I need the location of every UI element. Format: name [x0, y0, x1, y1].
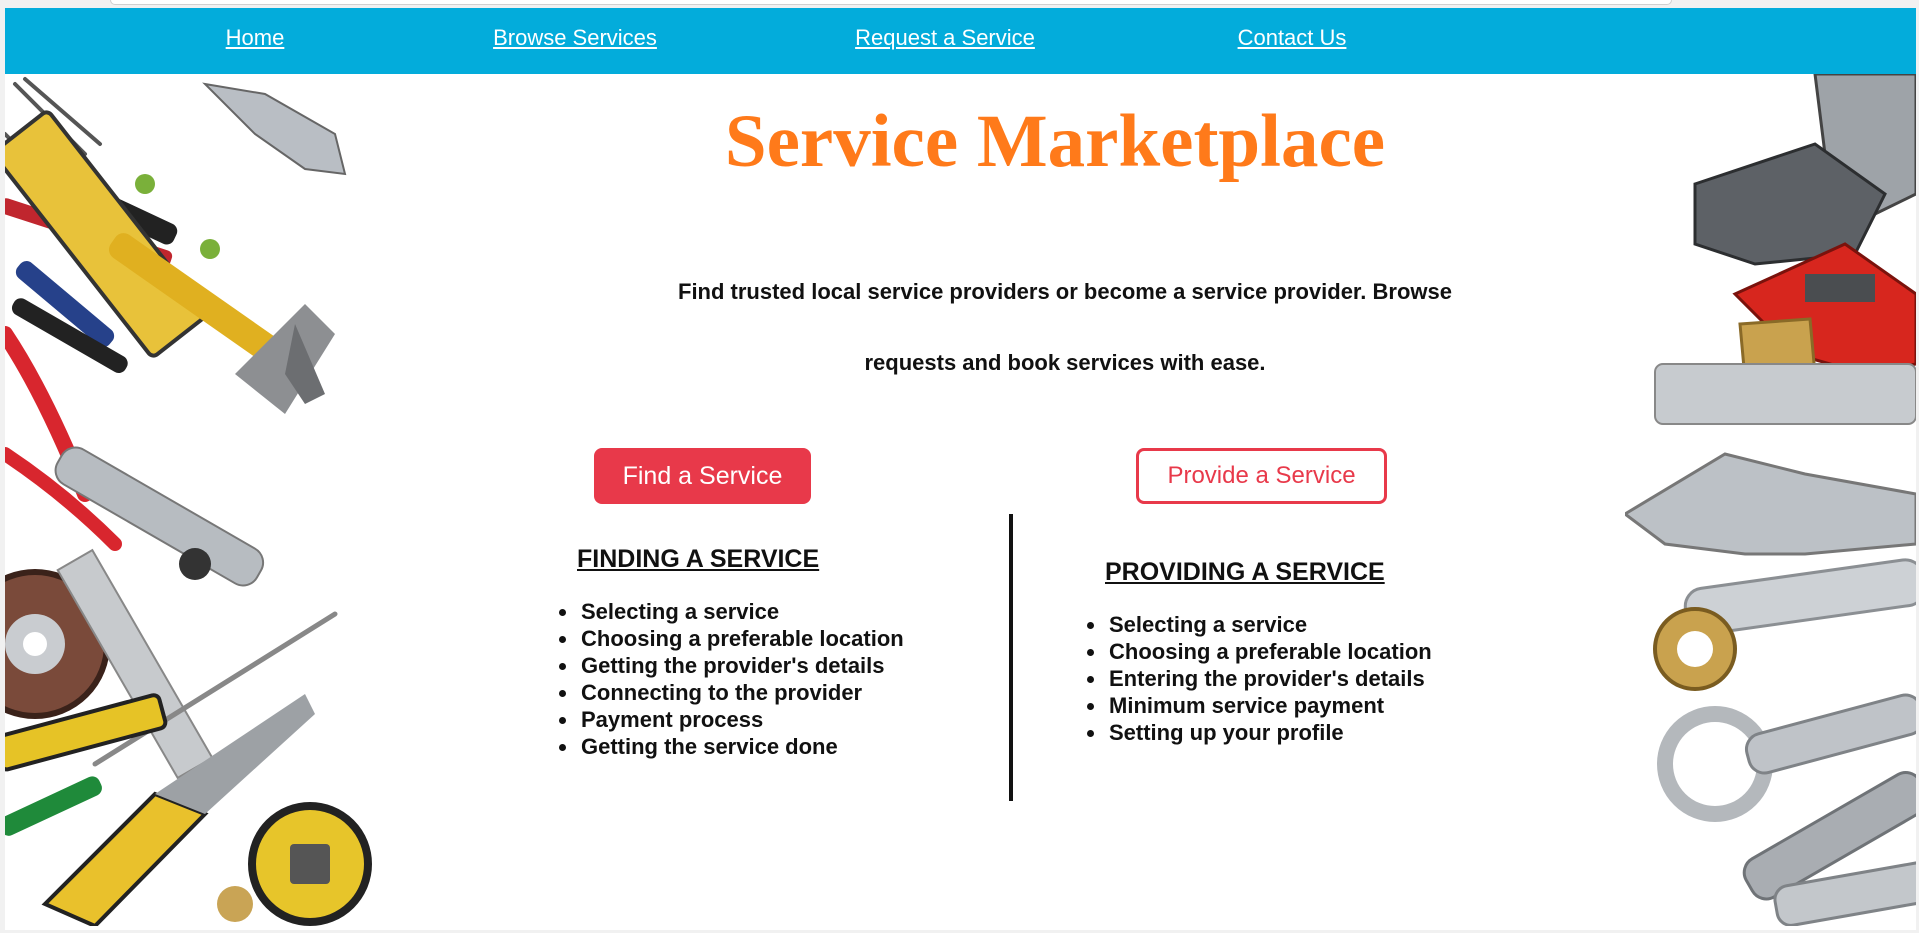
- list-item: Entering the provider's details: [1107, 665, 1432, 692]
- providing-service-list: Selecting a service Choosing a preferabl…: [1085, 611, 1432, 746]
- finding-service-list: Selecting a service Choosing a preferabl…: [557, 598, 904, 760]
- nav-home-link[interactable]: Home: [226, 25, 285, 51]
- nav-contact-us-link[interactable]: Contact Us: [1238, 25, 1347, 51]
- list-item: Getting the provider's details: [579, 652, 904, 679]
- list-item: Selecting a service: [579, 598, 904, 625]
- list-item: Getting the service done: [579, 733, 904, 760]
- tools-collage-left-image: [5, 77, 372, 926]
- list-item: Connecting to the provider: [579, 679, 904, 706]
- list-item: Setting up your profile: [1107, 719, 1432, 746]
- providing-service-heading: PROVIDING A SERVICE: [1105, 558, 1385, 586]
- page: Home Browse Services Request a Service C…: [5, 8, 1916, 930]
- list-item: Choosing a preferable location: [579, 625, 904, 652]
- section-divider: [1009, 514, 1013, 801]
- list-item: Minimum service payment: [1107, 692, 1432, 719]
- hero-tagline: Find trusted local service providers or …: [678, 279, 1452, 375]
- top-navbar: Home Browse Services Request a Service C…: [5, 8, 1916, 74]
- list-item: Choosing a preferable location: [1107, 638, 1432, 665]
- finding-service-heading: FINDING A SERVICE: [577, 545, 820, 573]
- hero-title: Service Marketplace: [724, 100, 1386, 183]
- nav-browse-services-link[interactable]: Browse Services: [493, 25, 657, 51]
- find-service-button[interactable]: Find a Service: [594, 448, 811, 504]
- nav-request-service-link[interactable]: Request a Service: [855, 25, 1035, 51]
- list-item: Payment process: [579, 706, 904, 733]
- browser-chrome-edge: [110, 0, 1672, 5]
- list-item: Selecting a service: [1107, 611, 1432, 638]
- tools-collage-right-image: [1625, 74, 1916, 926]
- provide-service-button[interactable]: Provide a Service: [1136, 448, 1387, 504]
